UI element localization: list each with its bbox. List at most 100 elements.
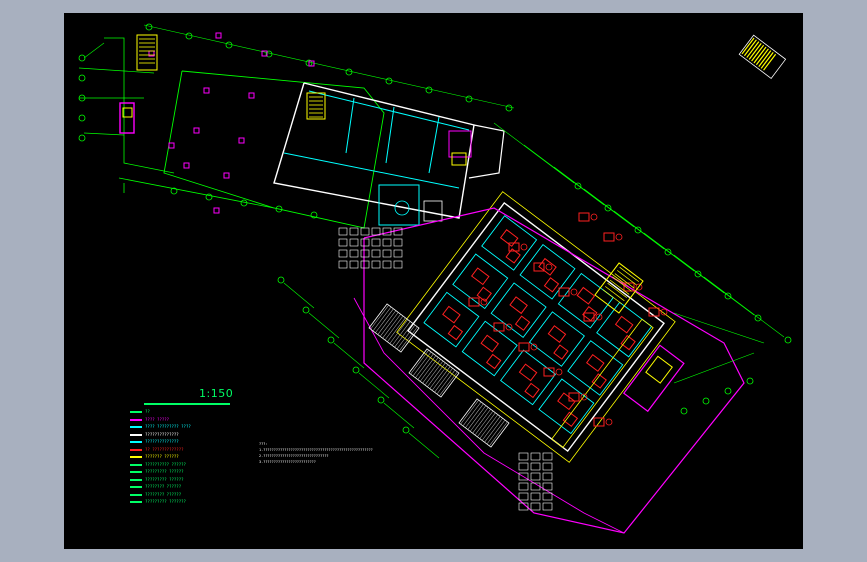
furniture-table — [518, 342, 530, 352]
ramp-hatch — [472, 409, 491, 434]
wing-room — [461, 320, 518, 377]
partition-wall — [345, 97, 355, 154]
axis-line — [358, 372, 390, 399]
column — [248, 92, 255, 99]
axis-bubble — [425, 86, 433, 94]
axis-bubble — [402, 426, 410, 434]
wing-room — [519, 243, 576, 300]
partition-wall — [308, 90, 470, 131]
legend-text: ????????? ?????? — [145, 469, 184, 474]
furniture-chair — [447, 324, 464, 341]
note-line: 3.????????????????????????? — [259, 460, 316, 464]
furniture-chair — [545, 263, 553, 271]
building-wall — [468, 124, 505, 179]
legend-item: ?????????????? — [130, 438, 191, 446]
seat-block — [542, 492, 553, 501]
legend-item: ?????????????? — [130, 431, 191, 439]
wing-room — [538, 378, 595, 435]
furniture-chair — [555, 368, 563, 376]
legend-swatch — [130, 441, 142, 443]
legend-swatch — [130, 426, 142, 428]
seat-block — [371, 238, 381, 247]
axis-bubble — [302, 306, 310, 314]
ramp-hatch — [460, 400, 479, 425]
ramp-hatch — [489, 421, 508, 446]
seat-block — [338, 227, 348, 236]
axis-bubble — [327, 336, 335, 344]
seat-block — [542, 472, 553, 481]
axis-bubble — [345, 68, 353, 76]
furniture-table — [578, 212, 590, 222]
furniture-desk — [442, 305, 461, 324]
column — [168, 142, 175, 149]
legend-text: ???? ????? — [145, 416, 170, 422]
furniture-desk — [480, 334, 500, 353]
ramp-hatch-zone — [458, 398, 510, 448]
seat-block — [349, 249, 359, 258]
furniture-chair — [524, 382, 540, 399]
ramp-hatch — [429, 364, 449, 389]
ramp-hatch — [434, 368, 453, 393]
axis-bubble — [746, 377, 754, 385]
ramp-hatch-zone — [408, 348, 460, 398]
ramp-hatch — [424, 360, 444, 386]
legend-block: ?? ???? ????? ???? ????????? ?????????????… — [130, 408, 191, 506]
axis-line — [673, 254, 755, 316]
seat-block — [371, 227, 381, 236]
ramp-hatch — [417, 355, 437, 380]
seat-block — [338, 238, 348, 247]
column — [215, 32, 222, 39]
furniture-chair — [553, 344, 569, 360]
ramp-hatch — [484, 418, 503, 443]
ramp-hatch — [389, 319, 409, 344]
seat-block — [530, 492, 541, 501]
axis-bubble — [505, 104, 513, 112]
legend-item: ???? ????????? ???? — [130, 423, 191, 431]
legend-swatch — [130, 486, 142, 488]
seat-block — [393, 249, 403, 258]
furniture-desk — [576, 286, 596, 305]
furniture-table — [568, 392, 580, 402]
seat-block — [530, 472, 541, 481]
axis-line — [643, 232, 725, 294]
diagonal-wing — [396, 191, 685, 463]
wing-room — [500, 349, 557, 406]
axis-line — [333, 342, 365, 369]
legend-item: ?????????? ?????? — [130, 461, 191, 469]
axis-bubble — [78, 74, 86, 82]
door-frame — [423, 200, 443, 222]
wing-room — [528, 311, 585, 367]
furniture-chair — [570, 288, 578, 296]
site-boundary — [353, 297, 625, 534]
furniture-desk — [509, 296, 528, 315]
seat-block — [382, 238, 392, 247]
cad-viewport[interactable]: 1:150 ?? ???? ????? ???? ????????? ???????… — [64, 13, 803, 549]
seat-block — [360, 227, 370, 236]
seat-block — [349, 238, 359, 247]
furniture-desk — [518, 363, 538, 382]
furniture-desk — [614, 315, 634, 334]
seat-block — [542, 502, 553, 511]
seat-block — [518, 452, 529, 461]
ramp-hatch — [439, 371, 458, 396]
seat-block — [349, 260, 359, 269]
axis-bubble — [465, 95, 473, 103]
legend-swatch — [130, 478, 142, 481]
axis-bubble — [702, 397, 710, 405]
axis-bubble — [680, 407, 688, 415]
furniture-chair — [615, 233, 623, 241]
ramp-hatch — [415, 353, 434, 378]
axis-bubble — [784, 336, 792, 344]
furniture-chair — [605, 418, 613, 426]
seat-block — [371, 260, 381, 269]
legend-text: ???? ????????? ???? — [145, 424, 191, 429]
legend-text: ?? — [145, 409, 150, 414]
seat-block — [530, 462, 541, 471]
ramp-hatch — [387, 317, 406, 342]
legend-swatch — [130, 418, 142, 421]
legend-swatch — [130, 456, 142, 458]
ramp-hatch — [382, 314, 401, 339]
legend-item: ???? ????? — [130, 416, 191, 424]
seat-block — [382, 249, 392, 258]
scale-underline — [144, 403, 230, 405]
